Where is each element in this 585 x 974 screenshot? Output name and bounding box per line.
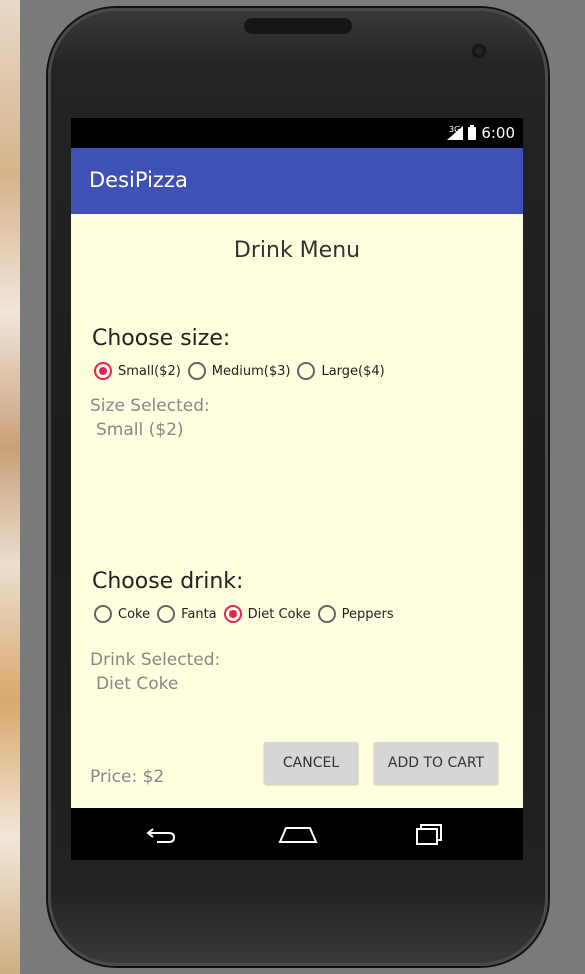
radio-button[interactable]	[157, 605, 176, 623]
size-selected-value: Small ($2)	[96, 420, 184, 440]
size-selected-label: Size Selected:	[90, 396, 210, 416]
drink-option-diet-coke[interactable]: Diet Coke	[223, 605, 311, 623]
back-icon[interactable]	[143, 820, 183, 848]
radio-button[interactable]	[187, 362, 206, 380]
status-time: 6:00	[481, 124, 515, 142]
drink-option-label: Peppers	[341, 606, 394, 622]
speaker-grille	[244, 18, 352, 34]
home-icon[interactable]	[276, 820, 318, 848]
status-bar: 3G 6:00	[71, 118, 523, 148]
navigation-bar	[71, 808, 523, 860]
background-photo-strip	[0, 0, 20, 974]
size-option-label: Small($2)	[118, 363, 181, 379]
phone-frame: 3G 6:00 DesiPizza Drink Menu Choose size…	[48, 8, 548, 966]
page-title: Drink Menu	[233, 238, 361, 263]
radio-button-checked[interactable]	[223, 605, 242, 623]
drink-option-coke[interactable]: Coke	[94, 605, 150, 623]
recents-icon[interactable]	[409, 820, 449, 848]
battery-icon	[468, 124, 477, 140]
drink-selected-label: Drink Selected:	[90, 650, 221, 670]
size-option-small[interactable]: Small($2)	[94, 362, 181, 380]
size-section-title: Choose size:	[92, 326, 231, 351]
price-label: Price: $2	[90, 767, 165, 787]
drink-selected-value: Diet Coke	[96, 674, 179, 694]
size-option-large[interactable]: Large($4)	[297, 362, 385, 380]
drink-radio-group: Coke Fanta Diet Coke Peppers	[94, 605, 401, 623]
cancel-button[interactable]: CANCEL	[264, 742, 358, 784]
drink-option-peppers[interactable]: Peppers	[317, 605, 394, 623]
radio-button[interactable]	[317, 605, 336, 623]
drink-option-fanta[interactable]: Fanta	[157, 605, 217, 623]
drink-option-label: Diet Coke	[247, 606, 311, 622]
drink-option-label: Coke	[118, 606, 151, 622]
front-camera	[472, 44, 486, 58]
size-option-label: Large($4)	[321, 363, 385, 379]
radio-button[interactable]	[94, 605, 112, 623]
drink-option-label: Fanta	[181, 606, 217, 622]
size-radio-group: Small($2) Medium($3) Large($4)	[94, 362, 392, 380]
app-title: DesiPizza	[89, 168, 188, 192]
add-to-cart-button[interactable]: ADD TO CART	[374, 742, 498, 784]
drink-section-title: Choose drink:	[92, 569, 244, 594]
app-bar: DesiPizza	[71, 148, 523, 214]
size-option-medium[interactable]: Medium($3)	[187, 362, 291, 380]
radio-button[interactable]	[297, 362, 316, 380]
drink-menu-content: Drink Menu Choose size: Small($2) Medium…	[71, 214, 523, 808]
radio-button-checked[interactable]	[94, 362, 112, 380]
phone-screen: 3G 6:00 DesiPizza Drink Menu Choose size…	[71, 118, 523, 860]
size-option-label: Medium($3)	[211, 363, 291, 379]
network-type-label: 3G	[449, 124, 461, 134]
